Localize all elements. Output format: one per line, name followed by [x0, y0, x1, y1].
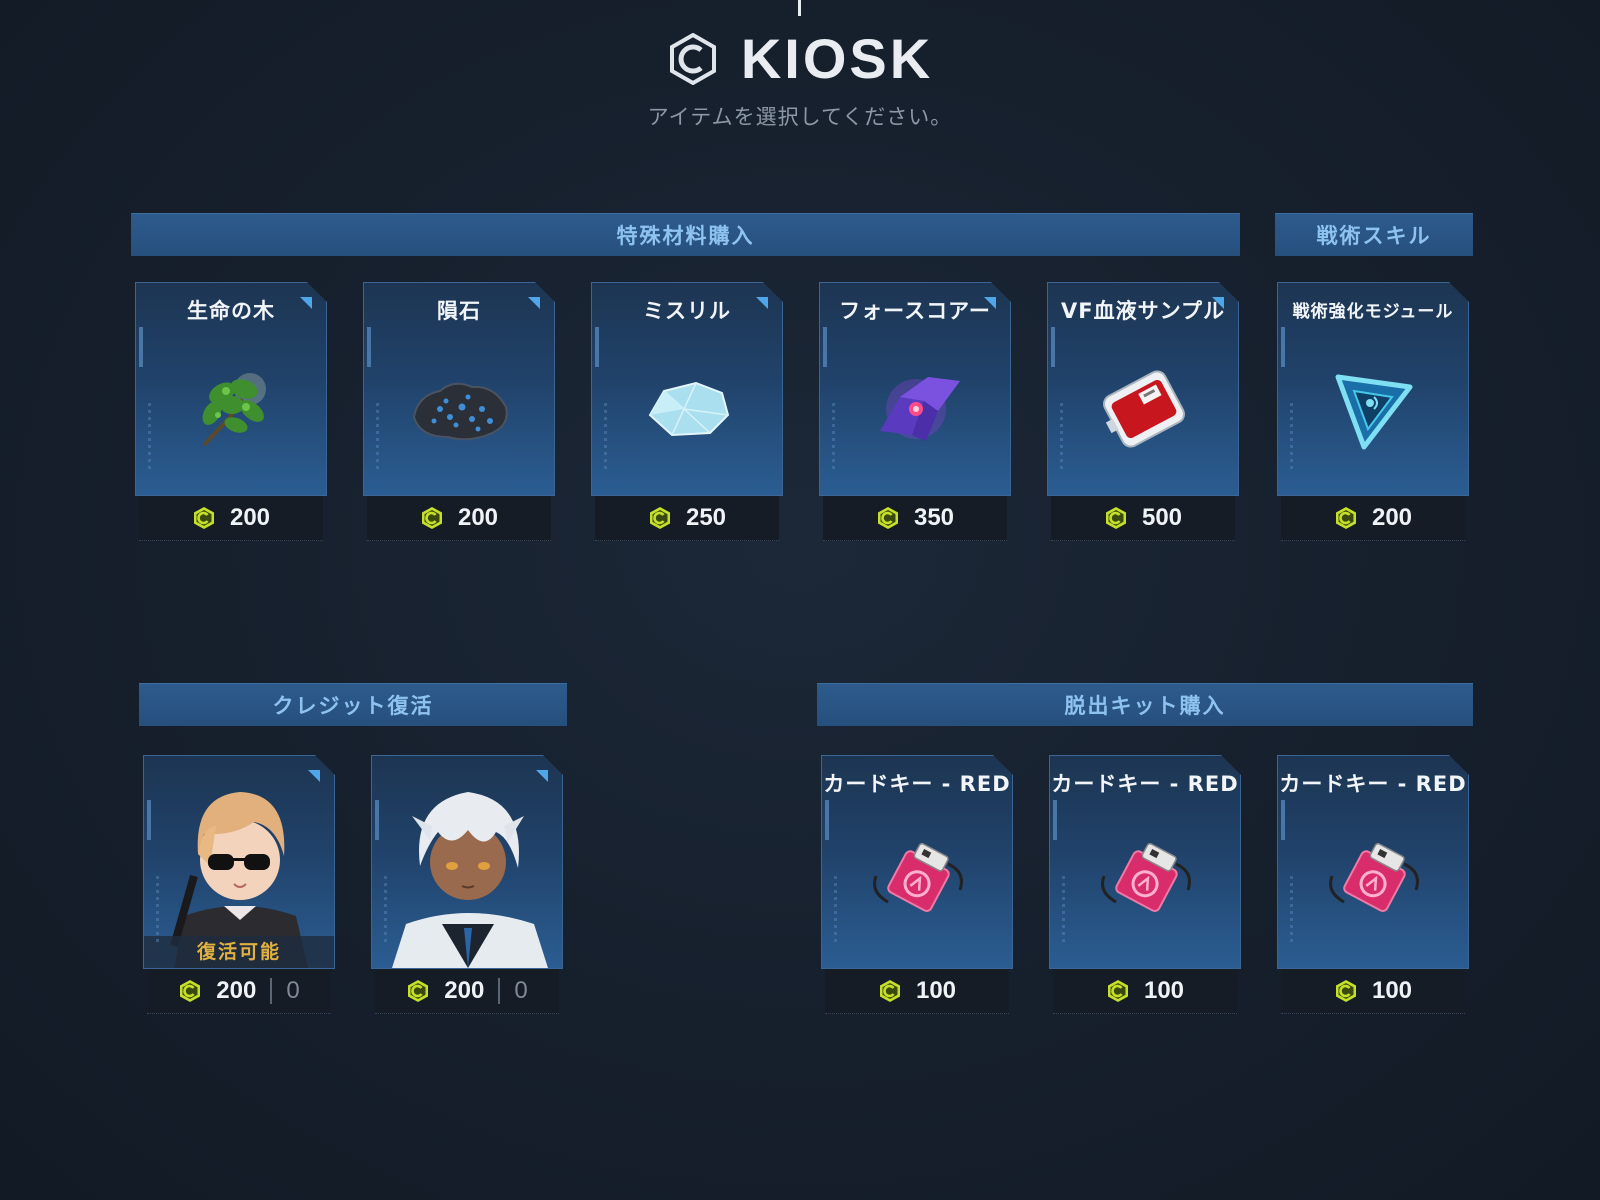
item-name: VF血液サンプル — [1061, 299, 1225, 323]
item-price: 250 — [685, 504, 727, 531]
credit-coin-icon — [1334, 506, 1358, 530]
item-card-mithril[interactable]: ミスリル 250 — [591, 282, 783, 541]
credit-coin-icon — [1334, 979, 1358, 1003]
kit-card-key-red-1[interactable]: カードキー - RED 100 — [821, 755, 1013, 1014]
price-bar: 200 — [139, 496, 323, 541]
credit-coin-icon — [878, 979, 902, 1003]
item-price: 200 — [457, 504, 499, 531]
item-card-tree-of-life[interactable]: 生命の木 200 — [135, 282, 327, 541]
kit-card-key-red-3[interactable]: カードキー - RED 100 — [1277, 755, 1469, 1014]
meteorite-icon — [412, 382, 508, 441]
item-price: 100 — [1143, 977, 1185, 1004]
price-bar: 200 — [1281, 496, 1465, 541]
kit-card-key-red-2[interactable]: カードキー - RED 100 — [1049, 755, 1241, 1014]
character-portrait-white-hair — [392, 792, 548, 968]
price-bar: 500 — [1051, 496, 1235, 541]
credit-coin-icon — [192, 506, 216, 530]
item-name: 戦術強化モジュール — [1292, 302, 1454, 322]
price-bar: 200 0 — [375, 969, 559, 1014]
page-title: KIOSK — [740, 27, 934, 90]
kiosk-credit-icon — [669, 32, 716, 85]
item-price: 500 — [1141, 504, 1183, 531]
tree-branch-icon — [202, 373, 266, 447]
credit-coin-icon — [406, 979, 430, 1003]
credit-coin-icon — [420, 506, 444, 530]
item-card-force-core[interactable]: フォースコアー 350 — [819, 282, 1011, 541]
price-bar: 100 — [825, 969, 1009, 1014]
item-name: カードキー - RED — [823, 772, 1011, 796]
item-price: 200 — [1371, 504, 1413, 531]
credit-coin-icon — [1104, 506, 1128, 530]
force-core-icon — [880, 377, 960, 441]
revive-count: 0 — [286, 977, 300, 1004]
section-escape-kit: 脱出キット購入 — [817, 683, 1473, 726]
item-name: ミスリル — [643, 299, 731, 323]
credit-coin-icon — [648, 506, 672, 530]
item-price: 100 — [1371, 977, 1413, 1004]
card-key-icon — [868, 832, 968, 932]
blood-sample-icon — [1103, 370, 1185, 448]
section-tactical-skill: 戦術スキル — [1275, 213, 1473, 256]
price-bar: 200 — [367, 496, 551, 541]
price-bar: 250 — [595, 496, 779, 541]
revive-card-character-1[interactable]: 復活可能 200 0 — [143, 755, 335, 1014]
item-card-vf-blood-sample[interactable]: VF血液サンプル 500 — [1047, 282, 1239, 541]
card-key-icon — [1096, 832, 1196, 932]
item-name: 生命の木 — [187, 299, 275, 323]
item-price: 200 — [229, 504, 271, 531]
item-price: 100 — [915, 977, 957, 1004]
item-name: カードキー - RED — [1279, 772, 1467, 796]
card-key-icon — [1324, 832, 1424, 932]
tactical-module-icon — [1335, 374, 1413, 450]
item-price: 350 — [913, 504, 955, 531]
revive-price: 200 — [444, 977, 485, 1004]
revive-count: 0 — [514, 977, 528, 1004]
credit-coin-icon — [1106, 979, 1130, 1003]
item-name: 隕石 — [437, 299, 481, 323]
price-bar: 200 0 — [147, 969, 331, 1014]
price-bar: 100 — [1053, 969, 1237, 1014]
credit-coin-icon — [876, 506, 900, 530]
revive-price: 200 — [216, 977, 257, 1004]
revive-available-label: 復活可能 — [144, 936, 334, 968]
price-bar: 350 — [823, 496, 1007, 541]
item-card-tactical-module[interactable]: 戦術強化モジュール 200 — [1277, 282, 1469, 541]
item-name: カードキー - RED — [1051, 772, 1239, 796]
section-special-materials: 特殊材料購入 — [131, 213, 1240, 256]
mithril-icon — [648, 381, 730, 437]
credit-coin-icon — [178, 979, 202, 1003]
section-credit-revive: クレジット復活 — [139, 683, 567, 726]
item-name: フォースコアー — [839, 299, 991, 323]
page-subtitle: アイテムを選択してください。 — [647, 105, 953, 129]
price-divider — [270, 978, 273, 1004]
item-card-meteorite[interactable]: 隕石 200 — [363, 282, 555, 541]
kiosk-header: KIOSK アイテムを選択してください。 — [0, 26, 1600, 131]
top-tick-mark — [798, 0, 801, 16]
price-bar: 100 — [1281, 969, 1465, 1014]
revive-card-character-2[interactable]: 200 0 — [371, 755, 563, 1014]
price-divider — [498, 978, 501, 1004]
